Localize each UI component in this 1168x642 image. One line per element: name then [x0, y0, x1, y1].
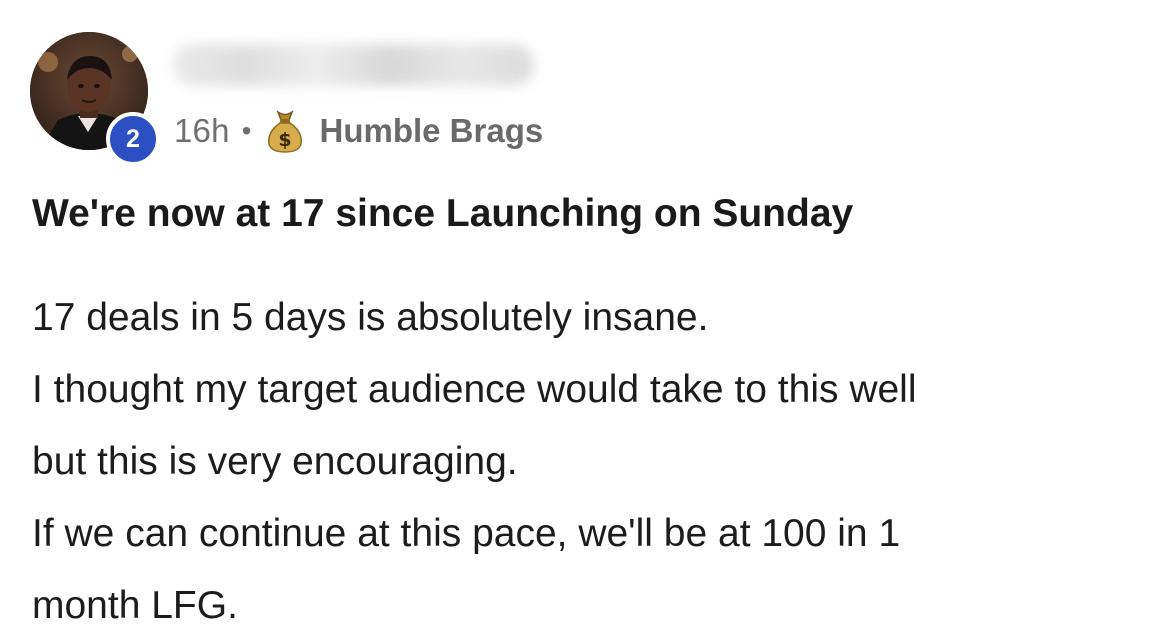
author-avatar-wrap[interactable]: 2 [30, 32, 160, 166]
author-name-blurred[interactable] [172, 44, 534, 86]
post-meta: 16h • $ Humble Brags [174, 108, 543, 154]
svg-text:$: $ [279, 129, 292, 151]
group-name-link[interactable]: Humble Brags [319, 112, 543, 150]
body-line: 17 deals in 5 days is absolutely insane. [32, 296, 709, 339]
level-badge: 2 [106, 112, 160, 166]
money-bag-icon: $ [265, 108, 305, 154]
post-title[interactable]: We're now at 17 since Launching on Sunda… [32, 192, 853, 236]
body-line: I thought my target audience would take … [32, 368, 917, 411]
meta-separator: • [241, 115, 252, 146]
post-time: 16h [174, 112, 230, 149]
body-line: but this is very encouraging. [32, 440, 518, 483]
body-line: If we can continue at this pace, we'll b… [32, 512, 901, 555]
body-line: month LFG. [32, 584, 238, 627]
post-card: 2 16h • $ Humble Brags We're now at 17 s… [0, 0, 1168, 637]
post-body: 17 deals in 5 days is absolutely insane.… [32, 282, 917, 642]
